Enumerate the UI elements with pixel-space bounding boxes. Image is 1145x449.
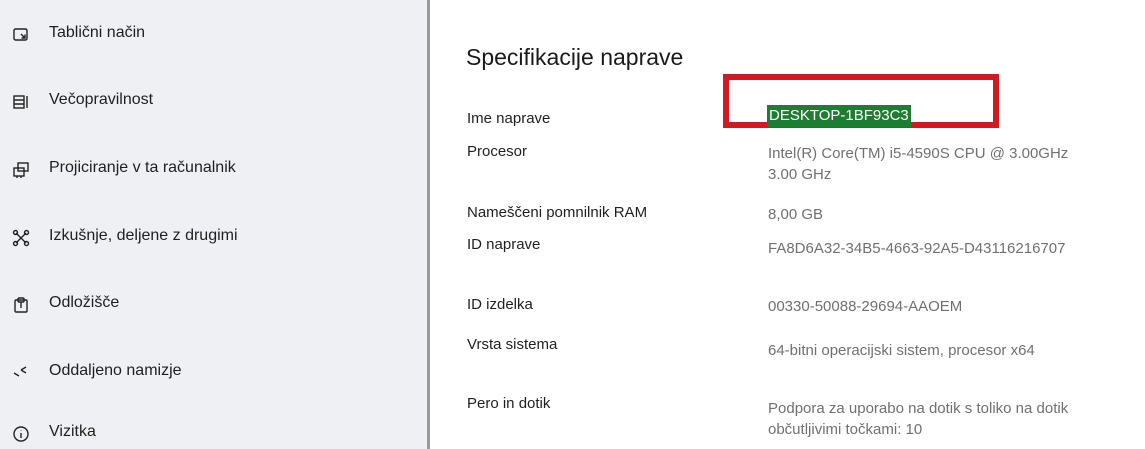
ram-value: 8,00 GB	[768, 206, 824, 223]
multitasking-icon	[9, 90, 33, 114]
system-type-value: 64-bitni operacijski sistem, procesor x6…	[768, 342, 1035, 359]
page-title: Specifikacije naprave	[466, 44, 684, 70]
sidebar-item-tablet-mode[interactable]: Tablični način	[0, 11, 427, 59]
device-name-value[interactable]: DESKTOP-1BF93C3	[767, 105, 911, 127]
projecting-icon	[9, 158, 33, 182]
spec-label-product-id: ID izdelka	[467, 296, 533, 313]
settings-sidebar: Tablični način Večopravilnost Projiciran…	[0, 0, 427, 449]
spec-label-system-type: Vrsta sistema	[467, 336, 558, 353]
shared-experiences-icon	[9, 226, 33, 250]
sidebar-item-remote-desktop[interactable]: Oddaljeno namizje	[0, 349, 427, 397]
spec-label-device-id: ID naprave	[467, 236, 541, 253]
sidebar-item-label: Izkušnje, deljene z drugimi	[49, 227, 238, 244]
settings-window: Tablični način Večopravilnost Projiciran…	[0, 0, 1145, 449]
spec-label-device-name: Ime naprave	[467, 110, 551, 127]
sidebar-item-label: Vizitka	[49, 423, 96, 440]
info-icon	[9, 422, 33, 446]
sidebar-item-label: Tablični način	[49, 24, 146, 41]
spec-label-ram: Nameščeni pomnilnik RAM	[467, 204, 648, 221]
sidebar-item-label: Odložišče	[49, 294, 120, 311]
sidebar-item-multitasking[interactable]: Večopravilnost	[0, 78, 427, 126]
about-page: Specifikacije naprave Ime naprave DESKTO…	[430, 0, 1145, 449]
sidebar-item-label: Oddaljeno namizje	[49, 362, 182, 379]
clipboard-icon	[9, 293, 33, 317]
processor-value: Intel(R) Core(TM) i5-4590S CPU @ 3.00GHz…	[768, 145, 1069, 183]
product-id-value: 00330-50088-29694-AAOEM	[768, 298, 963, 315]
spec-label-pen-touch: Pero in dotik	[467, 395, 551, 412]
sidebar-item-about[interactable]: Vizitka	[0, 410, 427, 449]
spec-label-processor: Procesor	[467, 143, 528, 160]
sidebar-item-shared-experiences[interactable]: Izkušnje, deljene z drugimi	[0, 214, 427, 262]
sidebar-item-label: Večopravilnost	[49, 91, 154, 108]
device-id-value: FA8D6A32-34B5-4663-92A5-D43116216707	[768, 240, 1066, 257]
sidebar-item-label: Projiciranje v ta računalnik	[49, 159, 236, 176]
tablet-mode-icon	[9, 23, 33, 47]
remote-desktop-icon	[9, 361, 33, 385]
sidebar-item-clipboard[interactable]: Odložišče	[0, 281, 427, 329]
sidebar-item-projecting[interactable]: Projiciranje v ta računalnik	[0, 146, 427, 194]
pen-touch-value: Podpora za uporabo na dotik s toliko na …	[768, 400, 1069, 438]
